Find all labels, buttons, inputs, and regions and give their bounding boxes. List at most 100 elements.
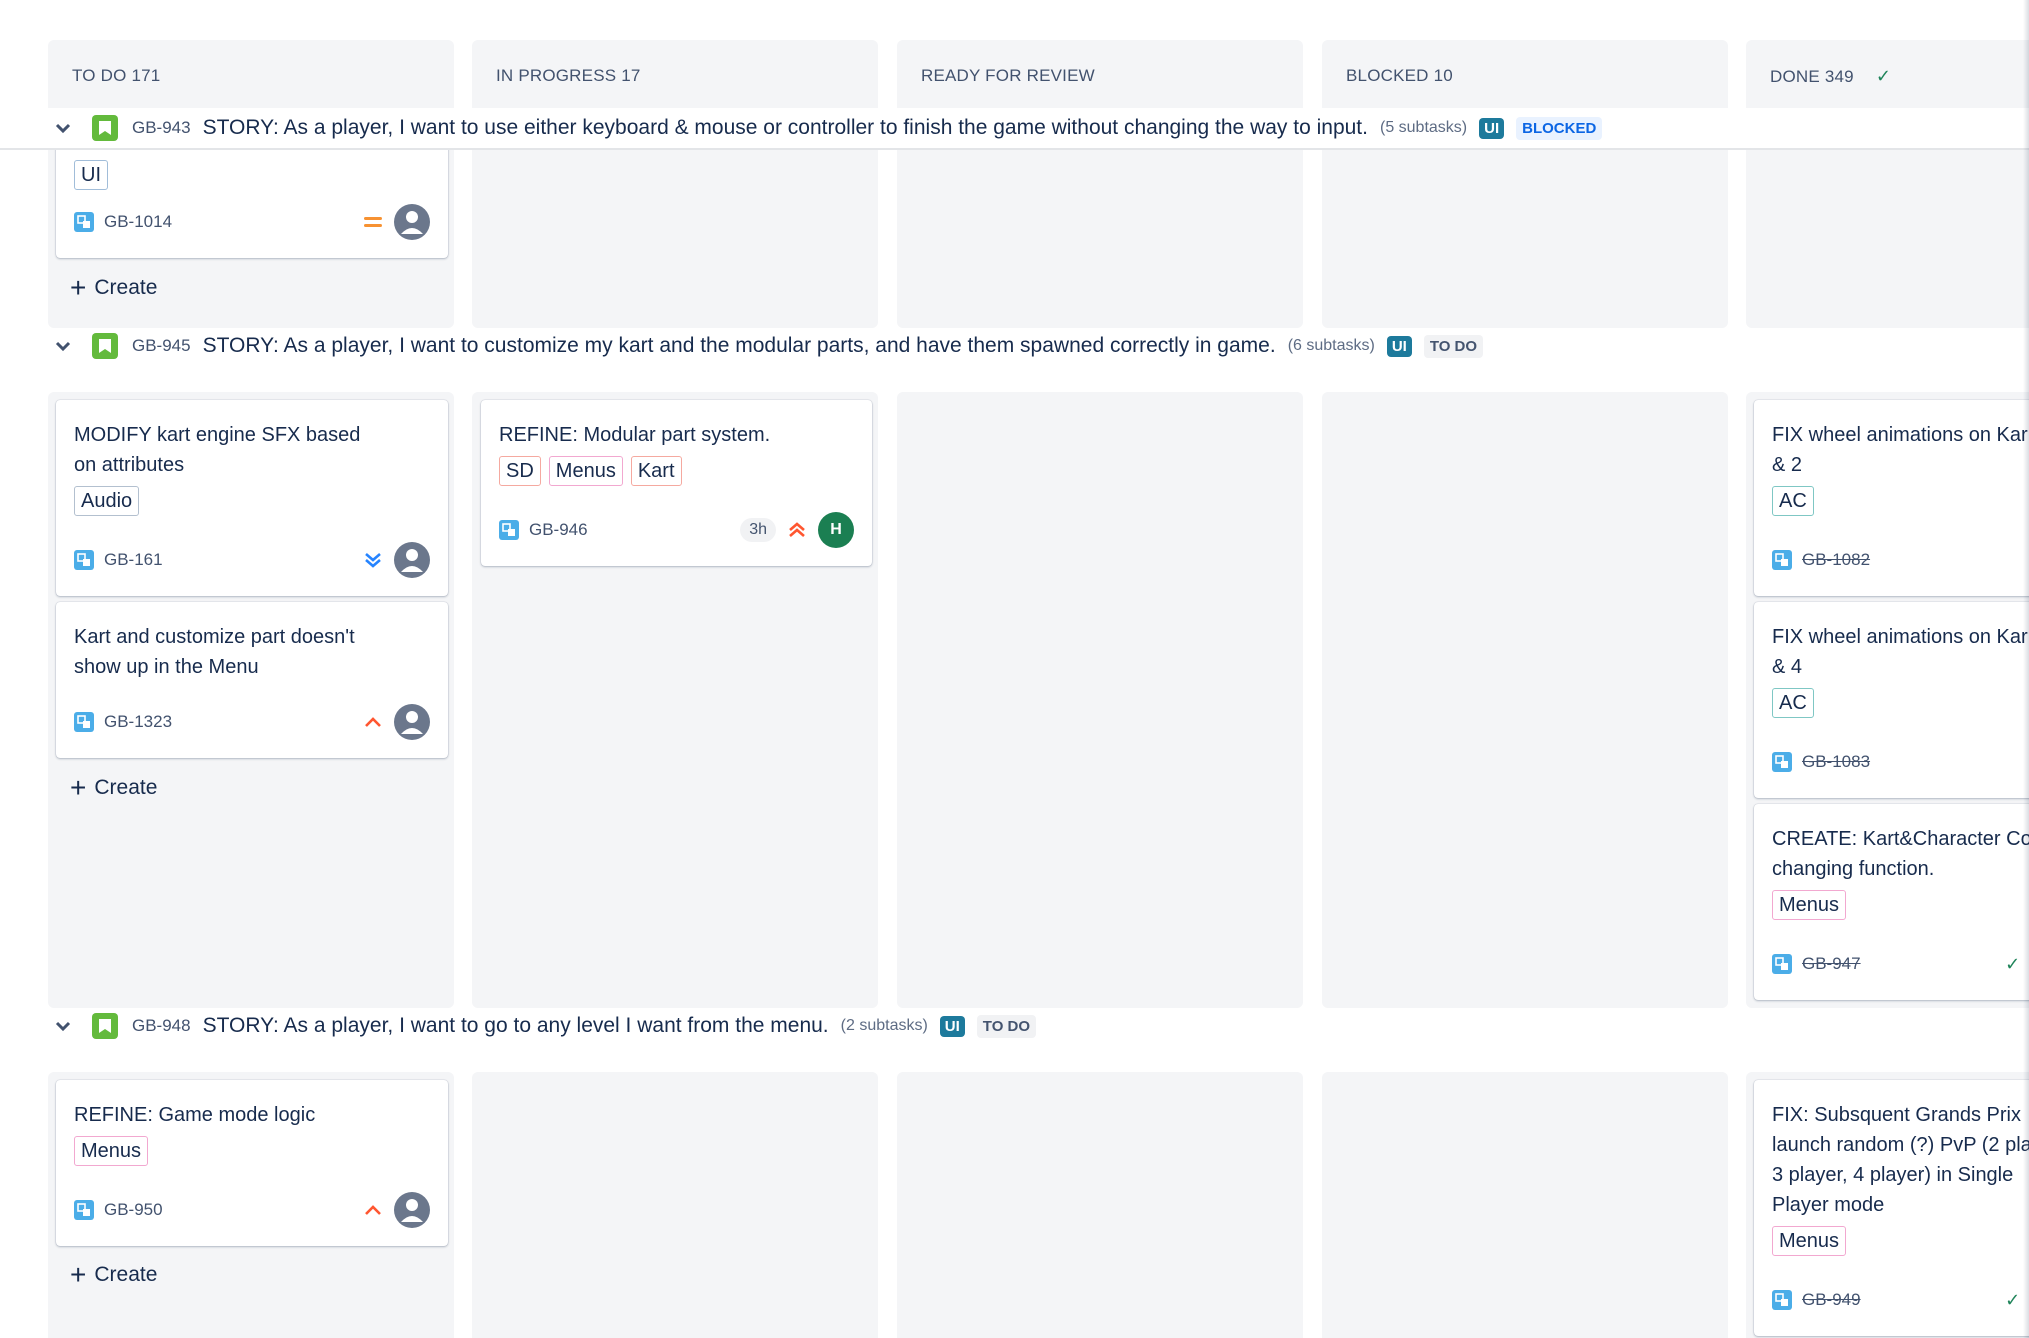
swimlane-key[interactable]: GB-948: [132, 1016, 191, 1036]
component-badge: UI: [939, 1015, 965, 1037]
column-header-done[interactable]: DONE 349 ✓: [1746, 40, 2029, 112]
subtask-icon: [1772, 1290, 1792, 1310]
card-title: REFINE: Game mode logic: [74, 1104, 316, 1126]
column-bg: [897, 392, 1303, 1008]
column-header-in-progress[interactable]: IN PROGRESS 17: [472, 40, 878, 112]
card-footer: GB-947 ✓ 3h: [1772, 946, 2029, 982]
card-footer: GB-1323: [74, 704, 430, 740]
status-badge: TO DO: [1423, 334, 1484, 358]
column-header-todo[interactable]: TO DO 171: [48, 40, 454, 112]
subtask-icon: [74, 212, 94, 232]
issue-card-gb-949[interactable]: FIX: Subsquent Grands Prix launch random …: [1754, 1080, 2029, 1336]
card-labels: SD Menus Kart: [499, 456, 854, 488]
label-tag: Menus: [74, 1136, 149, 1166]
avatar-unassigned-icon[interactable]: [394, 1192, 430, 1228]
card-title: MODIFY kart engine SFX based on attribute…: [74, 424, 361, 476]
card-footer: GB-1014: [74, 204, 430, 240]
issue-card-gb-1083[interactable]: FIX wheel animations on Kar & 4 AC GB-108…: [1754, 602, 2029, 798]
card-labels: UI: [74, 160, 430, 192]
issue-card-gb-1323[interactable]: Kart and customize part doesn't show up i…: [56, 602, 448, 758]
label-tag: Menus: [548, 456, 623, 486]
swimlane-summary: STORY: As a player, I want to go to any …: [202, 1014, 829, 1037]
label-tag: Menus: [1772, 890, 1847, 920]
card-footer: GB-949 ✓ 3h: [1772, 1282, 2029, 1318]
issue-key[interactable]: GB-1082: [1802, 550, 1870, 570]
swimlane-header-gb-943[interactable]: GB-943 STORY: As a player, I want to use…: [0, 108, 2029, 150]
issue-key[interactable]: GB-946: [529, 520, 588, 540]
column-header-blocked[interactable]: BLOCKED 10: [1322, 40, 1728, 112]
label-tag: SD: [499, 456, 541, 486]
issue-key[interactable]: GB-1323: [104, 712, 172, 732]
swimlane-key[interactable]: GB-945: [132, 336, 191, 356]
column-header-ready-for-review[interactable]: READY FOR REVIEW: [897, 40, 1303, 112]
story-icon: [92, 1013, 118, 1039]
card-labels: Audio: [74, 486, 430, 518]
story-icon: [92, 115, 118, 141]
card-meta: 3h H: [740, 512, 854, 548]
card-footer: GB-950: [74, 1192, 430, 1228]
avatar-unassigned-icon[interactable]: [394, 542, 430, 578]
avatar-unassigned-icon[interactable]: [394, 704, 430, 740]
create-issue-button[interactable]: + Create: [70, 772, 157, 803]
component-badge: UI: [1386, 335, 1412, 357]
subtask-icon: [499, 520, 519, 540]
priority-high-icon: [362, 711, 384, 733]
chevron-down-icon[interactable]: [52, 1015, 74, 1037]
card-title: CREATE: Kart&Character Col changing funct…: [1772, 828, 2029, 880]
priority-highest-icon: [786, 519, 808, 541]
chevron-down-icon[interactable]: [52, 335, 74, 357]
plus-icon: +: [70, 272, 87, 303]
done-check-icon: ✓: [2005, 953, 2021, 974]
subtask-count: (6 subtasks): [1287, 337, 1375, 354]
scroll-edge-shadow: [2023, 0, 2029, 1338]
swimlane-key[interactable]: GB-943: [132, 118, 191, 138]
card-title: Kart and customize part doesn't show up i…: [74, 626, 355, 678]
create-issue-button[interactable]: + Create: [70, 1259, 158, 1290]
card-meta: [362, 204, 430, 240]
issue-card-gb-947[interactable]: CREATE: Kart&Character Col changing funct…: [1754, 804, 2029, 1000]
plus-icon: +: [70, 772, 87, 803]
board: TO DO 171 IN PROGRESS 17 READY FOR REVIE…: [0, 0, 2029, 1338]
issue-key[interactable]: GB-949: [1802, 1290, 1861, 1310]
card-meta: [362, 542, 430, 578]
subtask-icon: [1772, 752, 1792, 772]
subtask-icon: [74, 1200, 94, 1220]
estimate-badge: 3h: [740, 518, 776, 542]
column-bg: [1322, 392, 1728, 1008]
label-tag: Menus: [1772, 1226, 1847, 1256]
plus-icon: +: [70, 1259, 87, 1290]
create-issue-button[interactable]: + Create: [70, 272, 157, 303]
column-title: BLOCKED 10: [1346, 66, 1453, 85]
card-title: REFINE: Modular part system.: [499, 424, 771, 446]
card-footer: GB-1083: [1772, 744, 2029, 780]
label-tag: UI: [74, 160, 108, 190]
issue-key[interactable]: GB-161: [104, 550, 163, 570]
avatar[interactable]: H: [818, 512, 854, 548]
issue-card-gb-161[interactable]: MODIFY kart engine SFX based on attribute…: [56, 400, 448, 596]
column-title: READY FOR REVIEW: [921, 66, 1095, 85]
swimlane-summary: STORY: As a player, I want to use either…: [202, 116, 1368, 139]
component-badge: UI: [1479, 117, 1505, 139]
label-tag: AC: [1772, 486, 1814, 516]
card-labels: AC: [1772, 688, 2029, 720]
status-badge: TO DO: [976, 1014, 1037, 1038]
issue-key[interactable]: GB-950: [104, 1200, 163, 1220]
card-labels: Menus: [1772, 890, 2029, 922]
subtask-count: (2 subtasks): [840, 1017, 928, 1034]
label-tag: AC: [1772, 688, 1814, 718]
issue-card-gb-950[interactable]: REFINE: Game mode logic Menus GB-950: [56, 1080, 448, 1246]
story-icon: [92, 333, 118, 359]
issue-key[interactable]: GB-1083: [1802, 752, 1870, 772]
issue-card-gb-1082[interactable]: FIX wheel animations on Kar & 2 AC GB-108…: [1754, 400, 2029, 596]
swimlane-header-gb-948[interactable]: GB-948 STORY: As a player, I want to go …: [0, 1006, 2029, 1046]
subtask-icon: [1772, 550, 1792, 570]
avatar-unassigned-icon[interactable]: [394, 204, 430, 240]
swimlane-header-gb-945[interactable]: GB-945 STORY: As a player, I want to cus…: [0, 326, 2029, 366]
create-label: Create: [94, 1263, 158, 1286]
card-labels: Menus: [1772, 1226, 2029, 1258]
issue-key[interactable]: GB-1014: [104, 212, 172, 232]
issue-card-gb-946[interactable]: REFINE: Modular part system. SD Menus Kart…: [481, 400, 872, 566]
issue-key[interactable]: GB-947: [1802, 954, 1861, 974]
subtask-count: (5 subtasks): [1379, 119, 1468, 136]
chevron-down-icon[interactable]: [52, 117, 74, 139]
